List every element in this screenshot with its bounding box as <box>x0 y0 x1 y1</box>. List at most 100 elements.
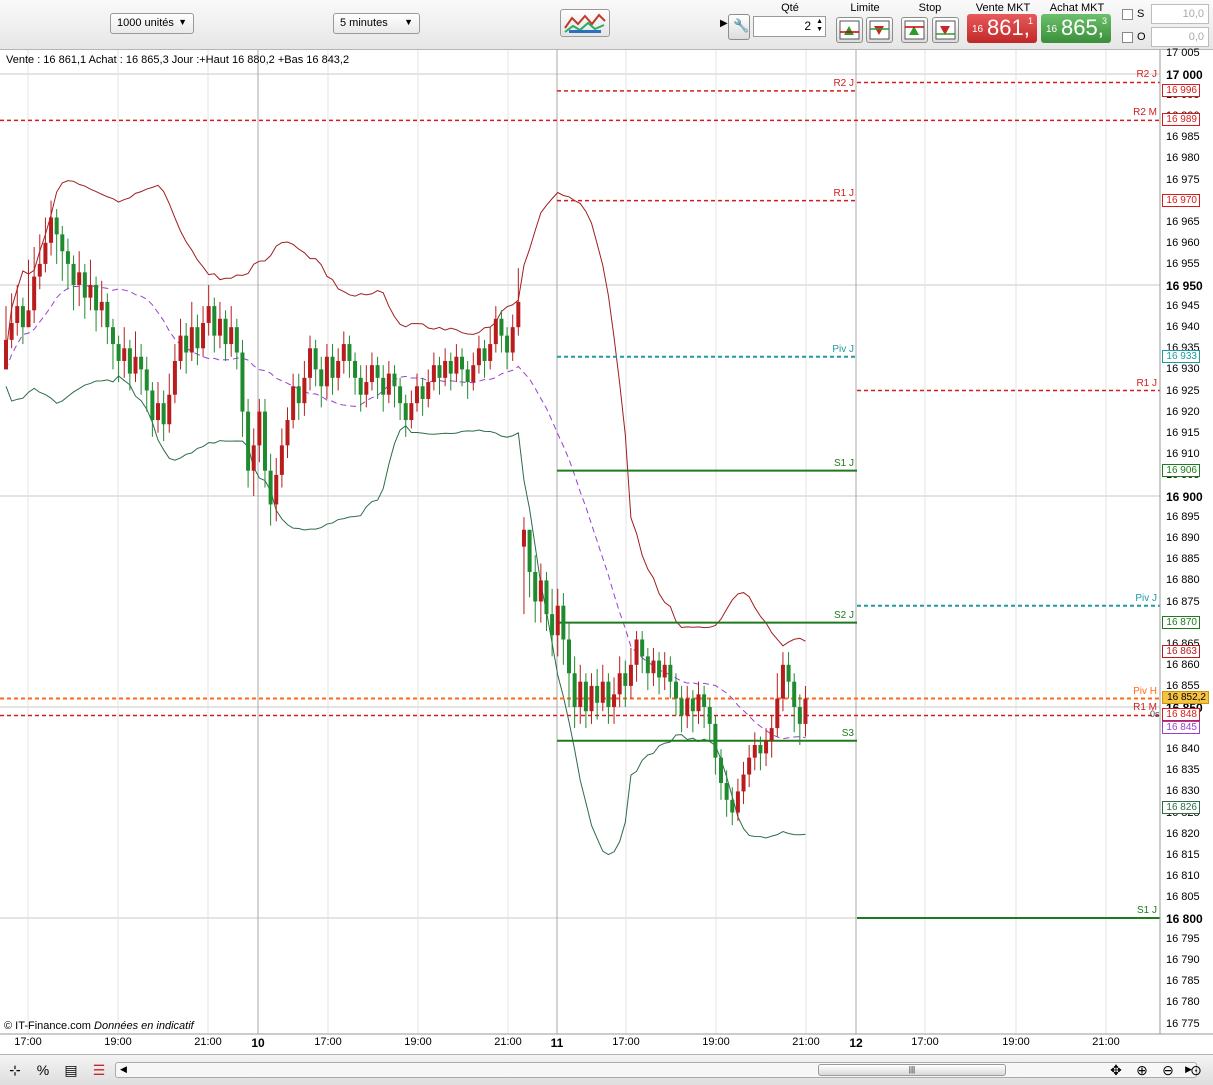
candle-body <box>544 580 549 615</box>
candle-body <box>741 774 746 792</box>
y-tick-label: 16 895 <box>1166 511 1200 524</box>
candle-body <box>764 740 769 754</box>
sell-price-decimal: 1 <box>1028 16 1034 26</box>
candle-body <box>49 217 54 243</box>
candle-body <box>122 348 127 361</box>
candle-body <box>291 386 296 421</box>
limit-buy-button[interactable] <box>836 17 863 43</box>
stop-loss-checkbox[interactable] <box>1122 9 1133 20</box>
objective-label: O <box>1137 31 1146 43</box>
horizontal-scrollbar[interactable]: ◀ ||| ▶ <box>115 1062 1197 1078</box>
scroll-left-icon[interactable]: ◀ <box>120 1064 127 1075</box>
move-icon[interactable]: ✥ <box>1107 1061 1125 1079</box>
order-book-icon[interactable]: ☰ <box>90 1061 108 1079</box>
candle-body <box>26 310 31 328</box>
candle-body <box>662 664 667 678</box>
candle-body <box>460 356 465 370</box>
sell-market-button[interactable]: 16 861, 1 <box>967 14 1037 43</box>
y-tick-label: 16 980 <box>1166 152 1200 165</box>
candle-body <box>313 348 318 370</box>
zoom-fit-icon[interactable]: ⊙ <box>1187 1061 1205 1079</box>
pivot-label: R1 J <box>833 187 854 199</box>
candle-body <box>792 681 797 707</box>
price-tag: 16 870 <box>1162 615 1200 629</box>
candle-body <box>71 263 76 285</box>
pivot-label: R2 J <box>833 77 854 89</box>
objective-input[interactable]: 0,0 <box>1151 27 1209 47</box>
stepper-arrows-icon[interactable]: ▲ ▼ <box>816 18 823 34</box>
settings-button[interactable]: 🔧 <box>728 14 750 40</box>
chart-style-icon <box>564 13 606 33</box>
x-tick-label: 10 <box>251 1036 265 1050</box>
candle-body <box>780 664 785 699</box>
quantity-select[interactable]: 1000 unités ▼ <box>110 13 194 34</box>
candle-body <box>110 327 115 345</box>
candle-body <box>471 365 476 383</box>
quantity-stepper[interactable]: 2 ▲ ▼ <box>753 16 826 37</box>
period-select[interactable]: 5 minutes ▼ <box>333 13 420 34</box>
candlesticks <box>4 200 808 826</box>
y-tick-label: 16 775 <box>1166 1017 1200 1030</box>
stop-loss-input[interactable]: 10,0 <box>1151 4 1209 24</box>
y-tick-label: 16 835 <box>1166 764 1200 777</box>
scroll-thumb[interactable]: ||| <box>818 1064 1006 1076</box>
candle-body <box>217 318 222 336</box>
zoom-in-icon[interactable]: ⊕ <box>1133 1061 1151 1079</box>
candle-body <box>308 348 313 378</box>
candle-body <box>702 694 707 707</box>
candle-body <box>398 386 403 404</box>
y-tick-label: 16 960 <box>1166 236 1200 249</box>
pivot-label: R2 M <box>1133 107 1157 119</box>
x-tick-label: 12 <box>849 1036 863 1050</box>
candle-body <box>330 356 335 378</box>
y-tick-label: 16 950 <box>1166 279 1203 293</box>
candle-body <box>353 360 358 378</box>
candle-body <box>431 365 436 383</box>
candle-body <box>392 373 397 387</box>
price-tag: 16 970 <box>1162 193 1200 207</box>
candle-body <box>454 356 459 374</box>
panel-toggle-icon[interactable]: ▶ <box>720 18 728 29</box>
chart-grid <box>0 50 1160 1034</box>
candle-body <box>533 571 538 602</box>
stop-sell-button[interactable] <box>932 17 959 43</box>
candle-body <box>82 272 87 298</box>
candle-body <box>195 327 200 349</box>
candle-body <box>161 403 166 425</box>
y-tick-label: 16 780 <box>1166 996 1200 1009</box>
buy-mkt-label: Achat MKT <box>1049 2 1105 14</box>
stop-buy-button[interactable] <box>901 17 928 43</box>
candle-body <box>420 386 425 399</box>
candle-body <box>516 301 521 328</box>
buy-market-button[interactable]: 16 865, 3 <box>1041 14 1111 43</box>
chart-type-button[interactable] <box>560 9 610 37</box>
candle-body <box>223 318 228 345</box>
crosshair-icon[interactable]: ⊹ <box>6 1061 24 1079</box>
candle-body <box>15 306 20 323</box>
candle-body <box>201 322 206 349</box>
percent-icon[interactable]: % <box>34 1061 52 1079</box>
x-tick-label: 19:00 <box>702 1036 730 1048</box>
candle-body <box>538 580 543 602</box>
price-tag: 16 863 <box>1162 645 1200 659</box>
period-select-value: 5 minutes <box>340 17 388 29</box>
candle-body <box>758 744 763 754</box>
candle-body <box>752 744 757 758</box>
zoom-out-icon[interactable]: ⊖ <box>1159 1061 1177 1079</box>
y-tick-label: 16 910 <box>1166 447 1200 460</box>
candle-body <box>133 356 138 374</box>
quantity-value: 2 <box>804 19 811 33</box>
objective-checkbox[interactable] <box>1122 32 1133 43</box>
document-icon[interactable]: ▤ <box>62 1061 80 1079</box>
candle-body <box>302 377 307 404</box>
pivot-label: Piv H <box>1133 685 1157 697</box>
price-chart[interactable] <box>0 50 1213 1054</box>
candle-body <box>690 698 695 712</box>
y-tick-label: 16 920 <box>1166 405 1200 418</box>
stop-loss-label: S <box>1137 8 1145 20</box>
candle-body <box>668 664 673 682</box>
limit-sell-button[interactable] <box>866 17 893 43</box>
sell-mkt-label: Vente MKT <box>975 2 1031 14</box>
limit-sell-icon <box>869 20 890 40</box>
sell-price-main: 861, <box>987 15 1030 40</box>
